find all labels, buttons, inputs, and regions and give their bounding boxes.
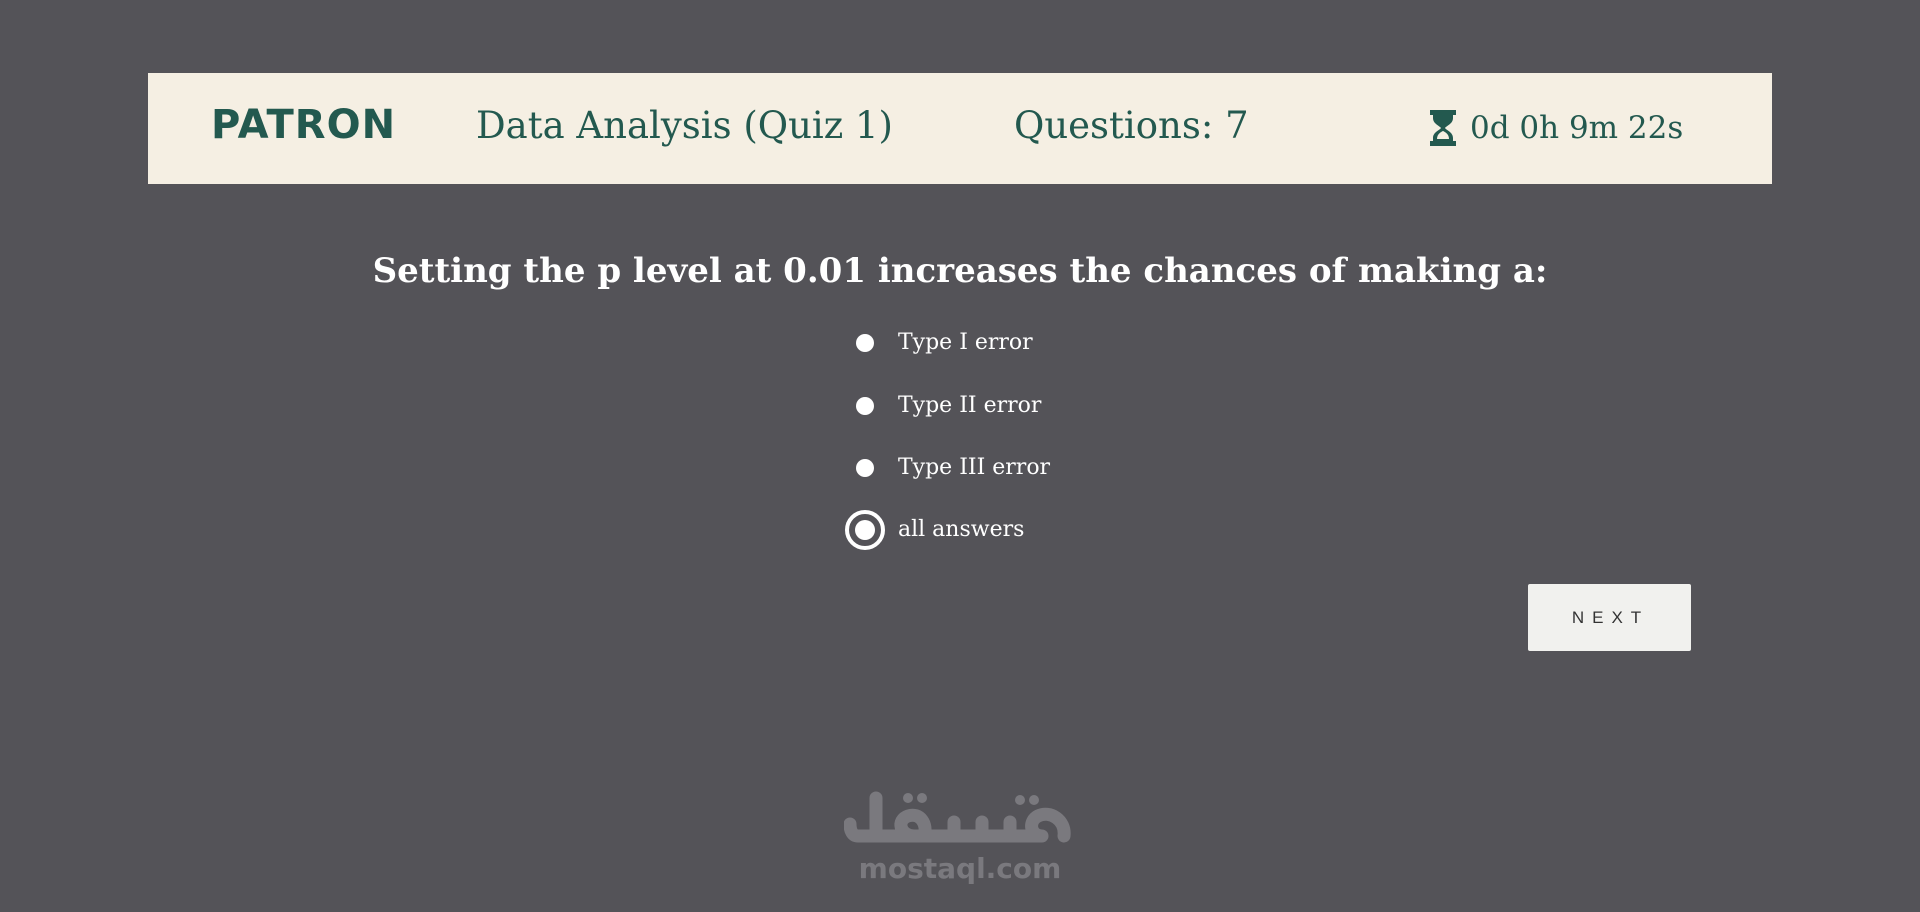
question-count: Questions: 7 — [1014, 104, 1249, 147]
radio-button[interactable] — [845, 448, 885, 488]
answer-label[interactable]: Type I error — [898, 323, 1033, 363]
mostaql-logo-icon — [843, 791, 1071, 843]
answer-label[interactable]: all answers — [898, 510, 1024, 550]
radio-dot — [856, 397, 874, 415]
radio-dot — [856, 459, 874, 477]
answer-option[interactable]: Type I error — [845, 323, 1033, 363]
watermark-url: mostaql.com — [858, 852, 1062, 885]
next-button[interactable]: NEXT — [1528, 584, 1691, 651]
answer-label[interactable]: Type II error — [898, 386, 1041, 426]
radio-button[interactable] — [845, 323, 885, 363]
answer-label[interactable]: Type III error — [898, 448, 1050, 488]
radio-button-selected[interactable] — [845, 510, 885, 550]
question-text: Setting the p level at 0.01 increases th… — [372, 251, 1548, 291]
hourglass-icon — [1430, 110, 1456, 146]
answer-option[interactable]: Type III error — [845, 448, 1050, 488]
radio-button[interactable] — [845, 386, 885, 426]
quiz-title: Data Analysis (Quiz 1) — [476, 104, 893, 147]
answer-option-selected[interactable]: all answers — [845, 510, 1024, 550]
radio-dot — [855, 520, 875, 540]
brand-logo[interactable]: PATRON — [211, 98, 396, 152]
watermark-logo: mostaql.com — [843, 790, 1076, 900]
countdown-timer: 0d 0h 9m 22s — [1428, 106, 1683, 150]
timer-text: 0d 0h 9m 22s — [1470, 110, 1684, 146]
answer-option[interactable]: Type II error — [845, 386, 1041, 426]
radio-dot — [856, 334, 874, 352]
